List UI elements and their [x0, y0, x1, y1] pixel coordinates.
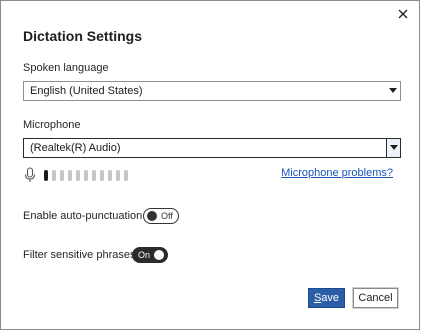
- close-icon: [398, 9, 408, 19]
- level-segment: [100, 170, 104, 181]
- toggle-knob: [154, 250, 164, 260]
- toggle-state-text: On: [138, 250, 151, 260]
- microphone-label: Microphone: [23, 119, 81, 131]
- filter-phrases-toggle[interactable]: On: [132, 247, 168, 263]
- chevron-down-icon: [389, 88, 397, 93]
- level-segment: [84, 170, 88, 181]
- spoken-language-value: English (United States): [30, 85, 143, 97]
- level-segment: [44, 170, 48, 181]
- level-segment: [76, 170, 80, 181]
- auto-punctuation-label: Enable auto-punctuation: [23, 210, 143, 222]
- dictation-settings-dialog: Dictation Settings Spoken language Engli…: [0, 0, 420, 330]
- spoken-language-label: Spoken language: [23, 62, 109, 74]
- dialog-title: Dictation Settings: [23, 28, 143, 44]
- level-segment: [60, 170, 64, 181]
- level-segment: [124, 170, 128, 181]
- toggle-state-text: Off: [161, 211, 173, 221]
- microphone-value: (Realtek(R) Audio): [30, 142, 121, 154]
- level-segment: [92, 170, 96, 181]
- level-segment: [52, 170, 56, 181]
- cancel-button[interactable]: Cancel: [352, 287, 399, 309]
- close-button[interactable]: [395, 6, 411, 22]
- microphone-icon: [24, 167, 36, 182]
- toggle-knob: [147, 211, 157, 221]
- level-segment: [108, 170, 112, 181]
- level-segment: [116, 170, 120, 181]
- save-button[interactable]: Save: [308, 288, 345, 308]
- filter-phrases-label: Filter sensitive phrases: [23, 249, 136, 261]
- microphone-level-meter: [44, 170, 128, 181]
- microphone-select[interactable]: (Realtek(R) Audio): [23, 138, 401, 158]
- microphone-problems-link[interactable]: Microphone problems?: [281, 167, 393, 179]
- microphone-dropdown-button[interactable]: [386, 138, 401, 158]
- spoken-language-select[interactable]: English (United States): [23, 81, 401, 101]
- chevron-down-icon: [390, 145, 398, 150]
- level-segment: [68, 170, 72, 181]
- auto-punctuation-toggle[interactable]: Off: [143, 208, 179, 224]
